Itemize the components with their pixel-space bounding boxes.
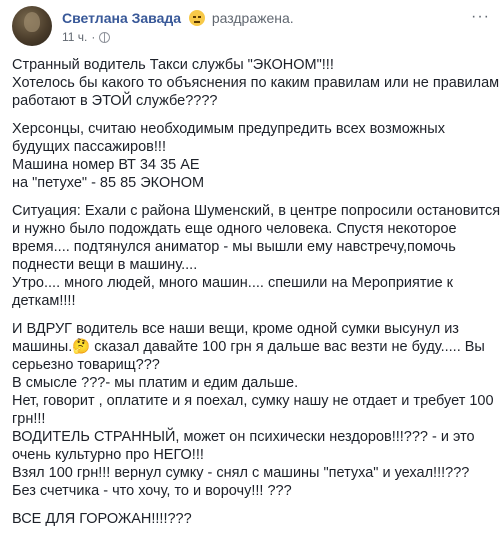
post-paragraph: Странный водитель Такси службы "ЭКОНОМ"!… xyxy=(12,56,500,110)
post-text-line: деткам!!!! xyxy=(12,293,76,309)
post-text-line: ВОДИТЕЛЬ СТРАННЫЙ, может он психически н… xyxy=(12,429,475,445)
post-text-line: работают в ЭТОЙ службе???? xyxy=(12,93,218,109)
post-body: Странный водитель Такси службы "ЭКОНОМ"!… xyxy=(12,56,501,538)
post-paragraph: ВСЕ ДЛЯ ГОРОЖАН!!!!??? xyxy=(12,510,494,528)
post-text-line: Взял 100 грн!!! вернул сумку - снял с ма… xyxy=(12,465,470,481)
post-text-line: поднести вещи в машину.... xyxy=(12,257,198,273)
author-line: Светлана Завада раздражена. xyxy=(62,10,294,26)
post-header: Светлана Завада раздражена. 11 ч. · ··· xyxy=(12,6,490,50)
author-name[interactable]: Светлана Завада xyxy=(62,10,181,26)
post-text-line: Машина номер ВТ 34 35 АЕ xyxy=(12,157,200,173)
annoyed-emoji-icon xyxy=(188,10,205,26)
post-text-line: Нет, говорит , оплатите и я поехал, сумк… xyxy=(12,393,494,409)
post-paragraph: Херсонцы, считаю необходимым предупредит… xyxy=(12,120,494,192)
post-text-line: Херсонцы, считаю необходимым предупредит… xyxy=(12,121,445,137)
globe-icon[interactable] xyxy=(99,31,111,43)
post-paragraph: И ВДРУГ водитель все наши вещи, кроме од… xyxy=(12,320,494,500)
facebook-post: Светлана Завада раздражена. 11 ч. · ··· … xyxy=(0,0,502,540)
post-timestamp[interactable]: 11 ч. xyxy=(62,30,87,44)
author-avatar[interactable] xyxy=(12,6,52,46)
post-text-line: Утро.... много людей, много машин.... сп… xyxy=(12,275,454,291)
post-text-line: Хотелось бы какого то объяснения по каки… xyxy=(12,75,500,91)
post-text-line: очень культурно про НЕГО!!! xyxy=(12,447,204,463)
post-text-line: Странный водитель Такси службы "ЭКОНОМ"!… xyxy=(12,57,334,73)
post-text-line: В смысле ???- мы платим и едим дальше. xyxy=(12,375,299,391)
post-paragraph: Ситуация: Ехали с района Шуменский, в це… xyxy=(12,202,501,310)
post-text-line: будущих пассажиров!!! xyxy=(12,139,166,155)
post-text-line: время.... подтянулся аниматор - мы вышли… xyxy=(12,239,456,255)
post-text-line: и нужно было подождать еще одного челове… xyxy=(12,221,457,237)
post-text-line: Без счетчика - что хочу, то и ворочу!!! … xyxy=(12,483,292,499)
post-text-line: серьезно товарищ??? xyxy=(12,357,160,373)
post-text-line: на "петухе" - 85 85 ЭКОНОМ xyxy=(12,175,205,191)
post-meta: 11 ч. · xyxy=(62,30,111,44)
post-text-line: ВСЕ ДЛЯ ГОРОЖАН!!!!??? xyxy=(12,511,192,527)
more-options-icon[interactable]: ··· xyxy=(471,8,490,26)
post-text-line: И ВДРУГ водитель все наши вещи, кроме од… xyxy=(12,321,459,337)
post-text-line: машины.🤔 сказал давайте 100 грн я дальше… xyxy=(12,339,485,355)
feeling-text: раздражена. xyxy=(211,10,294,26)
post-text-line: грн!!! xyxy=(12,411,46,427)
separator-dot: · xyxy=(91,30,96,44)
post-text-line: Ситуация: Ехали с района Шуменский, в це… xyxy=(12,203,501,219)
